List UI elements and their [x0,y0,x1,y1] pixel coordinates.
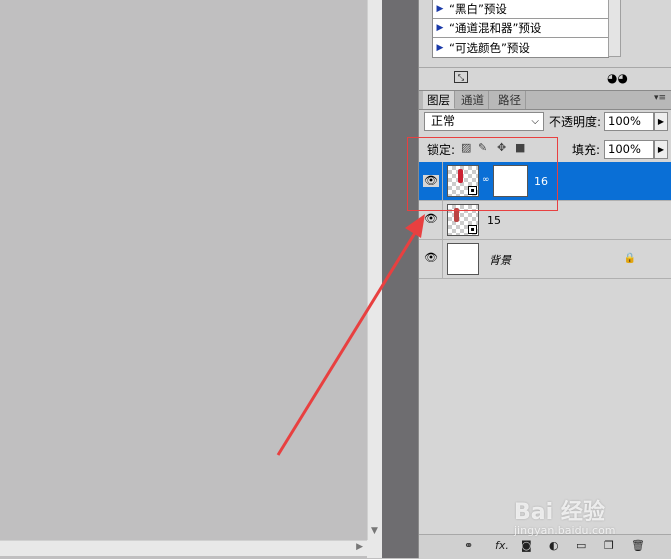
watermark: Bai 经验 jingyan.baidu.com [514,494,616,537]
annotation-arrow [276,214,425,456]
watermark-subtext: jingyan.baidu.com [514,524,616,537]
watermark-text: Bai 经验 [514,500,605,525]
